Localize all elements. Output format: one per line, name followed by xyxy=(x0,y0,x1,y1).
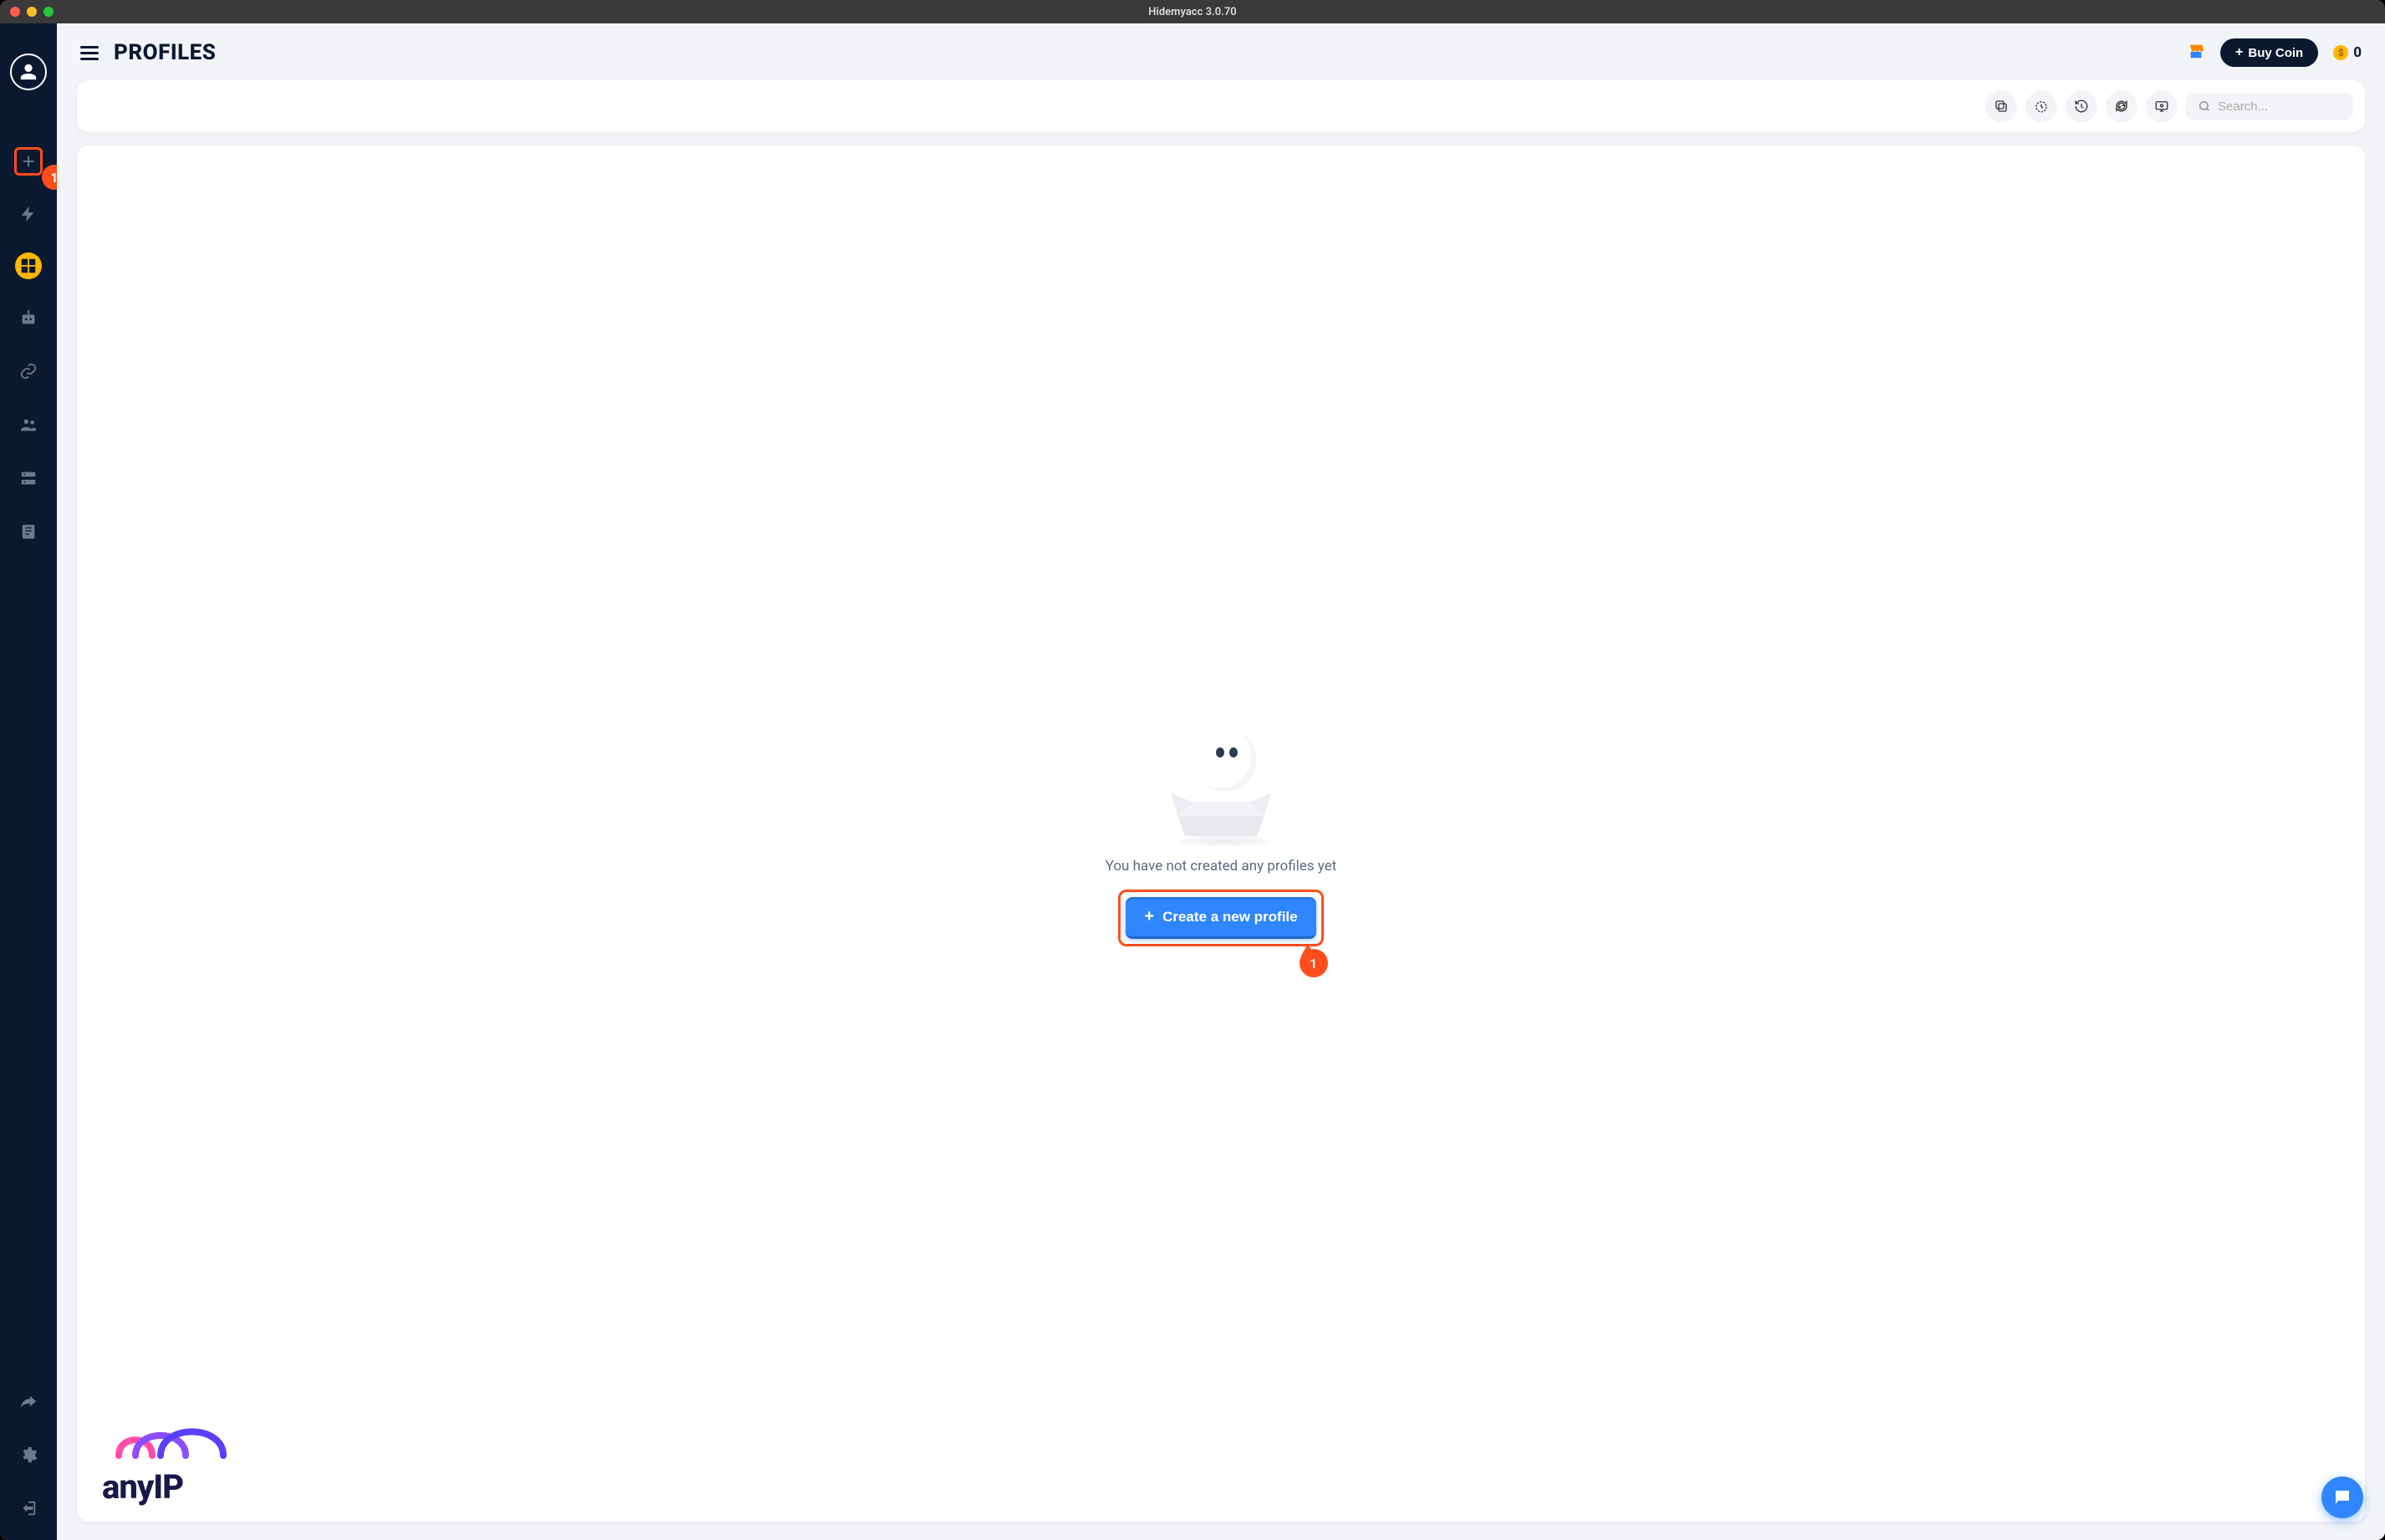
sidebar-user-icon[interactable] xyxy=(10,54,47,90)
store-icon[interactable] xyxy=(2187,42,2205,64)
sidebar-add-button[interactable]: 1 xyxy=(14,147,43,176)
copy-icon xyxy=(1994,99,2009,114)
sidebar-proxies[interactable] xyxy=(13,356,43,386)
toolbar-timer-button[interactable] xyxy=(2025,90,2057,122)
lightning-icon xyxy=(19,205,38,223)
chat-icon xyxy=(2332,1487,2352,1507)
page-title: PROFILES xyxy=(114,40,216,65)
watermark-text: anyIP xyxy=(102,1467,183,1507)
user-icon xyxy=(19,63,38,81)
sidebar: 1 xyxy=(0,23,57,1540)
robot-icon xyxy=(19,309,38,327)
toolbar-screen-button[interactable] xyxy=(2146,90,2178,122)
sidebar-settings[interactable] xyxy=(13,1440,43,1470)
page-header: PROFILES + Buy Coin $ 0 xyxy=(77,38,2365,67)
traffic-lights xyxy=(0,7,54,17)
window-title: Hidemyacc 3.0.70 xyxy=(0,6,2385,18)
plus-small-icon: + xyxy=(2235,45,2243,60)
sidebar-extensions[interactable] xyxy=(13,463,43,493)
share-icon xyxy=(19,1392,38,1410)
storage-icon xyxy=(19,523,38,541)
window-titlebar: Hidemyacc 3.0.70 xyxy=(0,0,2385,23)
search-icon xyxy=(2198,99,2211,113)
grid-icon xyxy=(19,257,38,275)
annotation-badge-create: 1 xyxy=(1300,949,1328,977)
sidebar-profiles[interactable] xyxy=(15,252,42,279)
watermark: anyIP xyxy=(102,1414,244,1507)
toolbar-refresh-button[interactable] xyxy=(2106,90,2137,122)
chat-support-button[interactable] xyxy=(2321,1476,2363,1518)
link-icon xyxy=(19,362,38,380)
coin-balance-value: 0 xyxy=(2353,44,2362,61)
plus-icon: + xyxy=(1144,907,1154,926)
team-icon xyxy=(19,416,38,434)
anyip-logo-icon xyxy=(102,1414,244,1472)
toolbar xyxy=(77,80,2365,132)
search-input[interactable] xyxy=(2218,99,2335,114)
minimize-window-button[interactable] xyxy=(27,7,37,17)
search-field[interactable] xyxy=(2186,93,2353,120)
toolbar-history-button[interactable] xyxy=(2066,90,2097,122)
coin-balance: $ 0 xyxy=(2333,44,2362,61)
sidebar-storage[interactable] xyxy=(13,517,43,547)
empty-state-message: You have not created any profiles yet xyxy=(1106,858,1337,875)
ghost-icon xyxy=(1192,727,1256,791)
create-profile-label: Create a new profile xyxy=(1162,909,1298,926)
logout-icon xyxy=(19,1499,38,1517)
sidebar-logout[interactable] xyxy=(13,1493,43,1523)
create-profile-highlight: + Create a new profile 1 xyxy=(1118,890,1323,946)
buy-coin-label: Buy Coin xyxy=(2248,46,2303,60)
hamburger-menu-button[interactable] xyxy=(80,46,99,60)
close-window-button[interactable] xyxy=(10,7,20,17)
create-profile-button[interactable]: + Create a new profile xyxy=(1126,897,1315,939)
sidebar-share[interactable] xyxy=(13,1386,43,1416)
coin-icon: $ xyxy=(2333,45,2348,60)
empty-state-illustration xyxy=(1146,721,1296,846)
plus-icon xyxy=(19,152,38,171)
box-icon xyxy=(1162,788,1279,838)
sidebar-automation[interactable] xyxy=(13,303,43,333)
screen-icon xyxy=(2154,99,2169,114)
profiles-panel: You have not created any profiles yet + … xyxy=(77,145,2365,1522)
maximize-window-button[interactable] xyxy=(43,7,54,17)
sidebar-lightning[interactable] xyxy=(13,199,43,229)
history-icon xyxy=(2074,99,2089,114)
buy-coin-button[interactable]: + Buy Coin xyxy=(2220,38,2318,67)
timer-icon xyxy=(2034,99,2049,114)
gear-icon xyxy=(19,1446,38,1464)
sidebar-team[interactable] xyxy=(13,410,43,440)
toolbar-duplicate-button[interactable] xyxy=(1985,90,2017,122)
refresh-icon xyxy=(2114,99,2129,114)
server-icon xyxy=(19,469,38,487)
main-content: PROFILES + Buy Coin $ 0 xyxy=(57,23,2385,1540)
